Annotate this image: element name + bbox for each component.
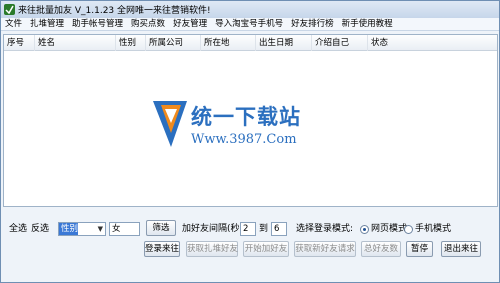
phone-mode-label[interactable]: 手机模式 xyxy=(415,222,451,236)
app-icon xyxy=(4,4,15,15)
menu-friend-ranking[interactable]: 好友排行榜 xyxy=(287,18,338,31)
phone-mode-radio[interactable] xyxy=(404,225,413,234)
menu-import-taobao[interactable]: 导入淘宝号手机号 xyxy=(211,18,287,31)
column-header-gender[interactable]: 性别 xyxy=(116,35,146,51)
column-header-location[interactable]: 所在地 xyxy=(201,35,256,51)
menu-friend-manage[interactable]: 好友管理 xyxy=(169,18,211,31)
watermark: 统一下载站 Www.3987.Com xyxy=(151,99,351,159)
title-bar: 来往批量加友 V_1.1.23 全网唯一来往营销软件! xyxy=(1,1,499,18)
invert-selection-link[interactable]: 反选 xyxy=(31,222,49,236)
chevron-down-icon: ▼ xyxy=(97,225,103,233)
web-mode-label[interactable]: 网页模式 xyxy=(371,222,407,236)
column-header-birthdate[interactable]: 出生日期 xyxy=(256,35,312,51)
login-button[interactable]: 登录来往 xyxy=(144,241,180,257)
menu-group-manage[interactable]: 扎堆管理 xyxy=(26,18,68,31)
filter-button[interactable]: 筛选 xyxy=(146,220,176,236)
get-new-requests-button[interactable]: 获取新好友请求 xyxy=(294,241,356,257)
filter-value-input[interactable]: 女 xyxy=(109,222,140,236)
web-mode-radio[interactable] xyxy=(360,225,369,234)
main-window: 来往批量加友 V_1.1.23 全网唯一来往营销软件! 文件 扎堆管理 助手帐号… xyxy=(0,0,500,283)
menu-assistant-accounts[interactable]: 助手帐号管理 xyxy=(68,18,127,31)
menu-bar: 文件 扎堆管理 助手帐号管理 购买点数 好友管理 导入淘宝号手机号 好友排行榜 … xyxy=(1,18,499,31)
interval-label: 加好友间隔(秒) xyxy=(182,224,244,234)
menu-buy-points[interactable]: 购买点数 xyxy=(127,18,169,31)
table-header: 序号 姓名 性别 所属公司 所在地 出生日期 介绍自己 状态 xyxy=(4,35,497,51)
column-header-company[interactable]: 所属公司 xyxy=(146,35,201,51)
filter-field-select[interactable]: 性别 ▼ xyxy=(58,222,106,236)
get-group-friends-button[interactable]: 获取扎堆好友 xyxy=(186,241,238,257)
interval-to-input[interactable]: 6 xyxy=(271,222,287,236)
pause-button[interactable]: 暂停 xyxy=(406,241,433,257)
interval-to-label: 到 xyxy=(259,224,269,234)
column-header-status[interactable]: 状态 xyxy=(368,35,497,51)
filter-field-value: 性别 xyxy=(59,223,79,235)
window-title: 来往批量加友 V_1.1.23 全网唯一来往营销软件! xyxy=(18,6,211,16)
start-add-friends-button[interactable]: 开始加好友 xyxy=(243,241,289,257)
site-logo-icon xyxy=(153,101,187,147)
watermark-brand: 统一下载站 xyxy=(191,105,301,129)
watermark-url: Www.3987.Com xyxy=(191,132,297,147)
exit-button[interactable]: 退出来往 xyxy=(441,241,481,257)
menu-tutorial[interactable]: 新手使用教程 xyxy=(338,18,397,31)
column-header-name[interactable]: 姓名 xyxy=(35,35,116,51)
select-all-link[interactable]: 全选 xyxy=(9,222,27,236)
total-friends-button[interactable]: 总好友数 xyxy=(361,241,401,257)
menu-file[interactable]: 文件 xyxy=(1,18,26,31)
control-panel: 全选 反选 性别 ▼ 女 筛选 加好友间隔(秒) 2 到 6 选择登录模式: 网… xyxy=(1,215,499,283)
column-header-index[interactable]: 序号 xyxy=(4,35,35,51)
interval-from-input[interactable]: 2 xyxy=(240,222,256,236)
login-mode-label: 选择登录模式: xyxy=(296,224,354,234)
column-header-intro[interactable]: 介绍自己 xyxy=(312,35,368,51)
